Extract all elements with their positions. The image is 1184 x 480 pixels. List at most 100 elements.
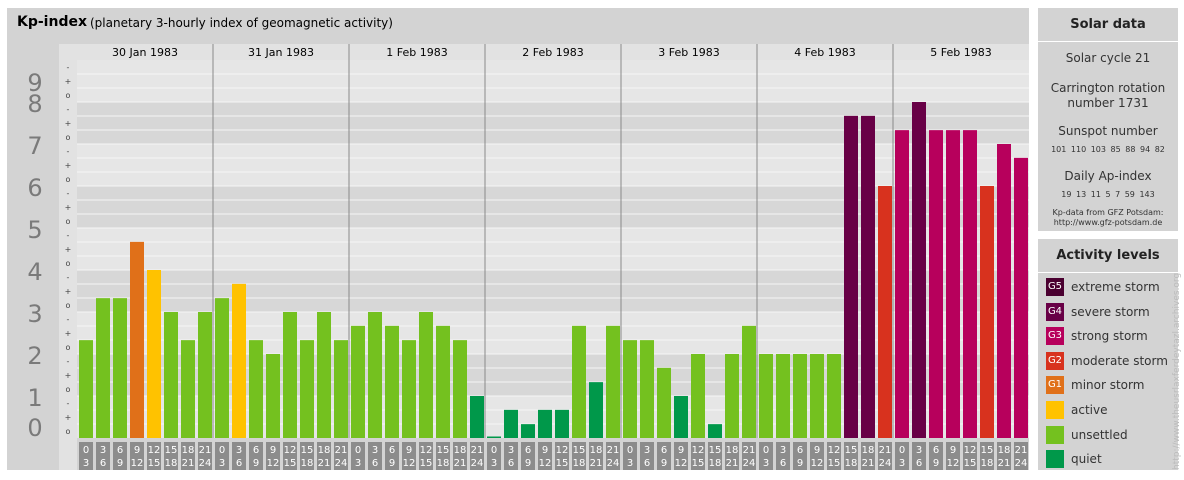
- interval-start-label: 0: [627, 445, 633, 456]
- interval-start-label: 0: [491, 445, 497, 456]
- kp-bar: [283, 312, 297, 438]
- ap-index-values: 19 13 11 5 7 59 143: [1061, 190, 1155, 199]
- y-minor-label: o: [66, 301, 71, 310]
- interval-end-label: 15: [692, 458, 705, 469]
- y-minor-label: +: [65, 287, 72, 296]
- interval-end-label: 9: [389, 458, 395, 469]
- y-minor-label: +: [65, 161, 72, 170]
- interval-end-label: 12: [811, 458, 824, 469]
- y-tick-label: 6: [27, 174, 42, 202]
- interval-end-label: 3: [899, 458, 905, 469]
- y-minor-label: o: [66, 217, 71, 226]
- interval-end-label: 21: [998, 458, 1011, 469]
- activity-levels-title: Activity levels: [1056, 248, 1160, 263]
- source-link[interactable]: http://www.gfz-potsdam.de: [1038, 218, 1178, 228]
- interval-end-label: 18: [981, 458, 994, 469]
- activity-level-swatch: G4: [1046, 302, 1064, 321]
- interval-end-label: 21: [590, 458, 603, 469]
- solar-data-title: Solar data: [1070, 17, 1146, 32]
- kp-bar: [368, 312, 382, 438]
- activity-level-swatch: G5: [1046, 278, 1064, 296]
- kp-bar: [147, 270, 161, 438]
- interval-start-label: 0: [355, 445, 361, 456]
- kp-bar: [912, 102, 926, 438]
- carrington-number: number 1731: [1067, 96, 1149, 110]
- kp-bar: [980, 186, 994, 438]
- kp-bar: [861, 115, 875, 439]
- kp-bar: [198, 312, 212, 438]
- day-label: 2 Feb 1983: [522, 46, 583, 59]
- activity-level-item: active: [1046, 400, 1178, 420]
- interval-start-label: 18: [182, 445, 195, 456]
- watermark: http://www.theusrlaxferdeytazl.archives.…: [1172, 272, 1182, 470]
- y-tick-label: 3: [27, 300, 42, 328]
- y-minor-label: -: [67, 231, 70, 240]
- activity-level-label: minor storm: [1071, 378, 1145, 393]
- kp-bar: [130, 241, 144, 438]
- interval-end-label: 15: [828, 458, 841, 469]
- kp-bar-chart: 0123456789o+-o+-o+-o+-o+-o+-o+-o+-o+-30 …: [7, 44, 1029, 470]
- activity-level-label: active: [1071, 403, 1108, 417]
- interval-end-label: 24: [471, 458, 484, 469]
- kp-bar: [419, 312, 433, 438]
- interval-end-label: 18: [845, 458, 858, 469]
- kp-bar: [164, 312, 178, 438]
- kp-bar: [776, 354, 790, 438]
- y-tick-label: 2: [27, 342, 42, 370]
- interval-end-label: 3: [355, 458, 361, 469]
- interval-start-label: 15: [573, 445, 586, 456]
- y-minor-label: o: [66, 91, 71, 100]
- interval-start-label: 9: [542, 445, 548, 456]
- interval-start-label: 6: [389, 445, 395, 456]
- kp-bar: [674, 396, 688, 438]
- interval-start-label: 9: [950, 445, 956, 456]
- y-minor-label: +: [65, 329, 72, 338]
- kp-bar: [572, 325, 586, 438]
- kp-bar: [504, 409, 518, 438]
- interval-end-label: 18: [165, 458, 178, 469]
- day-label: 4 Feb 1983: [794, 46, 855, 59]
- kp-bar: [351, 325, 365, 438]
- interval-start-label: 3: [100, 445, 106, 456]
- kp-bar: [96, 298, 110, 438]
- interval-end-label: 9: [933, 458, 939, 469]
- interval-start-label: 3: [236, 445, 242, 456]
- activity-level-label: extreme storm: [1071, 280, 1160, 294]
- interval-end-label: 15: [148, 458, 161, 469]
- kp-bar: [946, 130, 960, 438]
- kp-bar: [810, 354, 824, 438]
- ap-index-label: Daily Ap-index: [1064, 169, 1152, 183]
- kp-bar: [385, 325, 399, 438]
- interval-start-label: 15: [437, 445, 450, 456]
- y-tick-label: 9: [27, 69, 42, 97]
- kp-bar: [215, 298, 229, 438]
- kp-bar: [538, 409, 552, 438]
- kp-bar: [470, 396, 484, 438]
- interval-start-label: 21: [471, 445, 484, 456]
- interval-end-label: 15: [964, 458, 977, 469]
- activity-level-swatch: [1046, 401, 1064, 419]
- y-tick-label: 4: [27, 258, 42, 286]
- kp-bar: [317, 312, 331, 438]
- interval-end-label: 21: [182, 458, 195, 469]
- interval-end-label: 3: [83, 458, 89, 469]
- interval-start-label: 18: [318, 445, 331, 456]
- activity-level-item: G2 moderate storm: [1046, 351, 1178, 371]
- kp-bar: [300, 340, 314, 438]
- y-minor-label: -: [67, 105, 70, 114]
- interval-end-label: 6: [916, 458, 922, 469]
- interval-start-label: 3: [916, 445, 922, 456]
- activity-level-swatch: [1046, 450, 1064, 469]
- interval-end-label: 12: [539, 458, 552, 469]
- kp-bar: [895, 130, 909, 438]
- interval-start-label: 12: [828, 445, 841, 456]
- activity-level-item: quiet: [1046, 449, 1178, 469]
- kp-bar: [708, 424, 722, 438]
- kp-bar: [997, 144, 1011, 438]
- kp-bar: [657, 367, 671, 438]
- y-minor-label: -: [67, 273, 70, 282]
- interval-start-label: 0: [899, 445, 905, 456]
- interval-start-label: 6: [797, 445, 803, 456]
- solar-divider: [1038, 41, 1178, 42]
- activity-level-item: G3 strong storm: [1046, 326, 1178, 346]
